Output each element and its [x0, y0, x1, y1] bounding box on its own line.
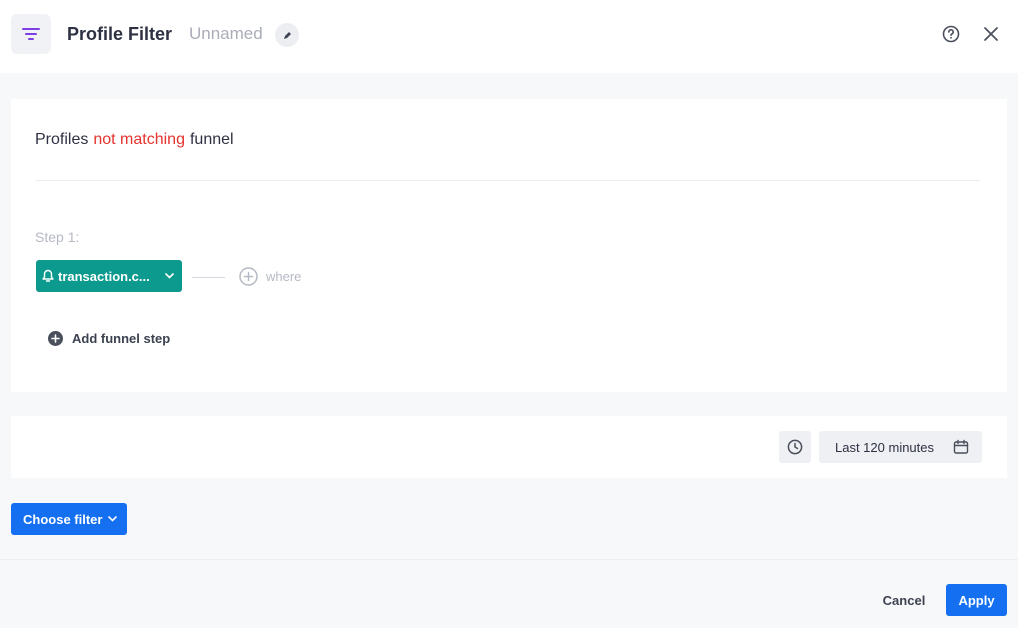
help-circle-icon: [942, 25, 960, 43]
edit-name-button[interactable]: [275, 23, 299, 47]
add-funnel-step-label: Add funnel step: [72, 331, 171, 346]
header: Profile Filter Unnamed: [0, 0, 1018, 73]
bell-icon: [42, 269, 54, 282]
time-range-card: Last 120 minutes: [11, 416, 1007, 478]
close-button[interactable]: [980, 23, 1002, 45]
apply-button[interactable]: Apply: [946, 584, 1007, 616]
plus-circle-filled-icon: [48, 331, 63, 346]
cancel-button[interactable]: Cancel: [870, 585, 938, 615]
add-where-button[interactable]: where: [239, 267, 301, 286]
event-label: transaction.c...: [58, 268, 150, 284]
close-icon: [984, 27, 998, 41]
filter-icon: [11, 14, 51, 54]
time-range-button[interactable]: Last 120 minutes: [819, 431, 982, 463]
choose-filter-button[interactable]: Choose filter: [11, 503, 127, 535]
pencil-icon: [283, 31, 291, 39]
footer-divider: [0, 559, 1018, 560]
time-range-label: Last 120 minutes: [835, 439, 935, 455]
calendar-icon: [953, 439, 969, 454]
divider: [35, 180, 980, 181]
where-label: where: [266, 269, 302, 284]
headline-suffix: funnel: [189, 131, 234, 148]
filter-name[interactable]: Unnamed: [189, 24, 263, 44]
add-funnel-step-button[interactable]: Add funnel step: [48, 331, 170, 346]
funnel-card: Profiles not matching funnel Step 1: trans…: [11, 99, 1007, 392]
step-label: Step 1:: [35, 229, 80, 245]
event-select-button[interactable]: transaction.c...: [36, 260, 182, 292]
help-button[interactable]: [940, 23, 962, 45]
negation-toggle[interactable]: not matching: [93, 131, 185, 148]
headline-prefix: Profiles: [35, 131, 89, 148]
funnel-headline: Profiles not matching funnel: [35, 131, 234, 149]
chevron-down-icon: [108, 516, 118, 522]
plus-circle-icon: [239, 267, 258, 286]
page-title: Profile Filter: [67, 24, 173, 44]
clock-icon: [787, 439, 803, 455]
connector-line: [192, 277, 225, 278]
time-mode-button[interactable]: [779, 431, 811, 463]
chevron-down-icon: [165, 273, 174, 279]
choose-filter-label: Choose filter: [23, 511, 103, 527]
